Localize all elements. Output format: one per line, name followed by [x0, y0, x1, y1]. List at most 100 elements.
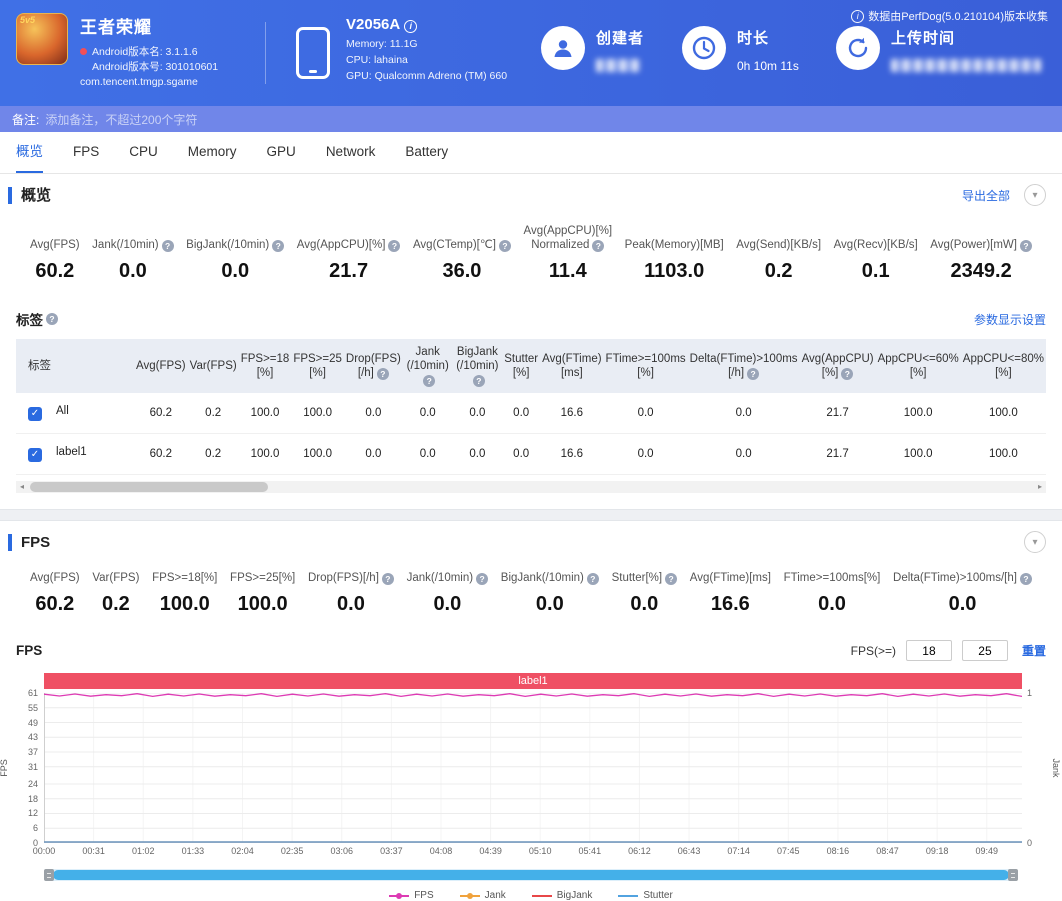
info-icon[interactable]: ?: [747, 368, 759, 380]
fps-chart-canvas[interactable]: [44, 693, 1022, 843]
table-cell: 100.0: [961, 393, 1046, 434]
info-icon[interactable]: ?: [1020, 240, 1032, 252]
metric-label: FPS>=25[%]: [230, 571, 295, 585]
metric-value: 0.2: [102, 593, 130, 616]
tab-GPU[interactable]: GPU: [267, 132, 296, 173]
info-icon[interactable]: ?: [382, 573, 394, 585]
metric-label: Avg(FTime)[ms]: [690, 571, 771, 585]
labels-title: 标签: [16, 309, 43, 329]
metric-label: Jank(/10min)?: [407, 571, 488, 585]
x-axis-labels: 00:0000:3101:0201:3302:0402:3503:0603:37…: [44, 846, 1022, 859]
export-all-link[interactable]: 导出全部: [962, 187, 1010, 204]
legend-item-Jank[interactable]: Jank: [460, 890, 506, 901]
status-dot-icon: [80, 48, 87, 55]
main-tabs: 概览 FPS CPU Memory GPU Network Battery: [0, 132, 1062, 174]
chart-range-slider[interactable]: [44, 869, 1018, 881]
overview-collapse-button[interactable]: ▾: [1024, 184, 1046, 206]
x-tick-label: 04:08: [430, 846, 453, 856]
metric-value: 16.6: [711, 593, 750, 616]
table-hscrollbar[interactable]: ◂ ▸: [16, 481, 1046, 493]
table-cell: 0.0: [604, 393, 688, 434]
y-tick-label: 12: [28, 808, 44, 818]
row-checkbox[interactable]: ✓: [28, 407, 42, 421]
app-header: 5v5 王者荣耀 Android版本名: 3.1.1.6 Android版本号:…: [0, 0, 1062, 106]
metric: Avg(FPS)60.2: [30, 238, 80, 283]
info-icon[interactable]: ?: [423, 375, 435, 387]
legend-item-Stutter[interactable]: Stutter: [618, 890, 672, 901]
legend-label: Stutter: [643, 890, 672, 901]
tab-FPS[interactable]: FPS: [73, 132, 99, 173]
duration-block: 时长 0h 10m 11s: [737, 27, 799, 73]
row-label: label1: [56, 446, 87, 458]
note-label: 备注:: [12, 111, 39, 128]
param-settings-link[interactable]: 参数显示设置: [974, 311, 1046, 328]
table-cell: 0.0: [688, 393, 800, 434]
column-header: FPS>=25[%]: [291, 339, 344, 393]
x-tick-label: 00:31: [82, 846, 105, 856]
legend-item-FPS[interactable]: FPS: [389, 890, 433, 901]
note-input[interactable]: 备注: 添加备注，不超过200个字符: [0, 106, 1062, 132]
metric-value: 100.0: [160, 593, 210, 616]
upload-value-blurred: [891, 59, 1041, 72]
info-icon[interactable]: ?: [841, 368, 853, 380]
labels-table-head: 标签Avg(FPS)Var(FPS)FPS>=18[%]FPS>=25[%]Dr…: [16, 339, 1046, 393]
scroll-left-icon[interactable]: ◂: [16, 481, 28, 493]
metric-value: 0.0: [337, 593, 365, 616]
fps-metrics: Avg(FPS)60.2Var(FPS)0.2FPS>=18[%]100.0FP…: [0, 563, 1062, 616]
tab-Memory[interactable]: Memory: [188, 132, 237, 173]
tab-CPU[interactable]: CPU: [129, 132, 158, 173]
section-separator: [0, 509, 1062, 521]
info-icon[interactable]: ?: [473, 375, 485, 387]
fps-collapse-button[interactable]: ▾: [1024, 531, 1046, 553]
chart-legend: FPS Jank BigJank Stutter: [0, 890, 1062, 901]
legend-item-BigJank[interactable]: BigJank: [532, 890, 593, 901]
info-icon[interactable]: ?: [592, 240, 604, 252]
slider-handle-left[interactable]: [44, 869, 54, 881]
info-icon[interactable]: ?: [665, 573, 677, 585]
tab-概览[interactable]: 概览: [16, 132, 43, 173]
info-icon[interactable]: ?: [46, 313, 58, 325]
column-header: Avg(AppCPU)[%]?: [800, 339, 876, 393]
x-tick-label: 02:35: [281, 846, 304, 856]
metric: Avg(FPS)60.2: [30, 571, 80, 616]
info-icon[interactable]: ?: [162, 240, 174, 252]
column-header: AppCPU<=80%[%]: [961, 339, 1046, 393]
column-header: FPS>=18[%]: [239, 339, 292, 393]
metric: Peak(Memory)[MB]1103.0: [625, 238, 724, 283]
scrollbar-thumb[interactable]: [30, 482, 268, 492]
tab-Battery[interactable]: Battery: [405, 132, 448, 173]
table-cell: 0.0: [453, 393, 503, 434]
device-info-icon[interactable]: i: [404, 20, 417, 33]
metric-label: Delta(FTime)>100ms/[h]?: [893, 571, 1032, 585]
reset-button[interactable]: 重置: [1022, 642, 1046, 659]
metric: Stutter[%]?0.0: [612, 571, 678, 616]
creator-value-blurred: [596, 59, 640, 72]
info-icon: i: [851, 10, 864, 23]
info-icon[interactable]: ?: [272, 240, 284, 252]
x-tick-label: 09:49: [976, 846, 999, 856]
slider-bar[interactable]: [53, 870, 1009, 880]
metric: Drop(FPS)[/h]?0.0: [308, 571, 394, 616]
tab-Network[interactable]: Network: [326, 132, 376, 173]
metric-label: BigJank(/10min)?: [186, 238, 284, 252]
metric: BigJank(/10min)?0.0: [186, 238, 284, 283]
info-icon[interactable]: ?: [1020, 573, 1032, 585]
column-header: Var(FPS): [188, 339, 239, 393]
info-icon[interactable]: ?: [587, 573, 599, 585]
x-tick-label: 03:06: [330, 846, 353, 856]
info-icon[interactable]: ?: [499, 240, 511, 252]
table-cell: 60.2: [134, 393, 188, 434]
row-checkbox[interactable]: ✓: [28, 448, 42, 462]
metric-label: FPS>=18[%]: [152, 571, 217, 585]
info-icon[interactable]: ?: [377, 368, 389, 380]
fps-chart[interactable]: FPS Jank 0612182431374349556101: [44, 693, 1022, 843]
metric-label: Avg(AppCPU)[%]?: [297, 238, 401, 252]
scroll-right-icon[interactable]: ▸: [1034, 481, 1046, 493]
fps-threshold-input-1[interactable]: [906, 640, 952, 661]
info-icon[interactable]: ?: [388, 240, 400, 252]
slider-handle-right[interactable]: [1008, 869, 1018, 881]
legend-label: BigJank: [557, 890, 593, 901]
metric-value: 0.0: [433, 593, 461, 616]
info-icon[interactable]: ?: [476, 573, 488, 585]
fps-threshold-input-2[interactable]: [962, 640, 1008, 661]
